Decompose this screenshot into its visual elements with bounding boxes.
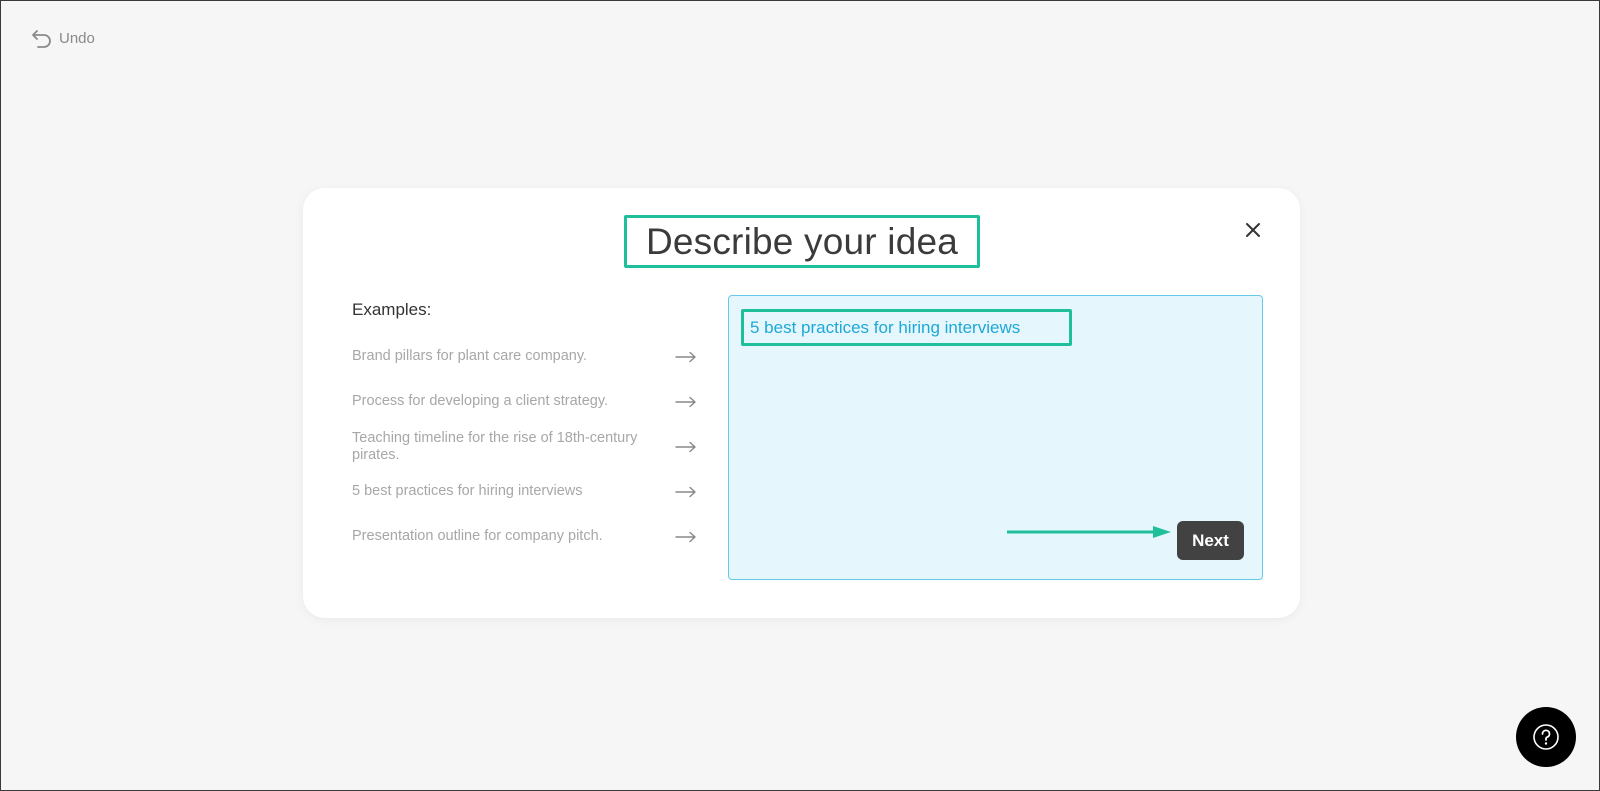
- example-label: Presentation outline for company pitch.: [352, 528, 603, 544]
- app-canvas: Undo Describe your idea Examples: Brand …: [0, 0, 1600, 791]
- example-item[interactable]: Process for developing a client strategy…: [352, 379, 697, 424]
- example-item[interactable]: 5 best practices for hiring interviews: [352, 469, 697, 514]
- undo-button[interactable]: Undo: [31, 27, 95, 49]
- input-highlight: 5 best practices for hiring interviews: [741, 309, 1072, 346]
- close-button[interactable]: [1244, 221, 1262, 239]
- describe-idea-modal: Describe your idea Examples: Brand pilla…: [303, 188, 1300, 618]
- idea-input-area[interactable]: 5 best practices for hiring interviews N…: [728, 295, 1263, 580]
- idea-input-value: 5 best practices for hiring interviews: [750, 317, 1021, 337]
- example-item[interactable]: Brand pillars for plant care company.: [352, 334, 697, 379]
- arrow-right-icon: [675, 531, 696, 542]
- arrow-right-icon: [675, 486, 696, 497]
- arrow-right-icon: [675, 351, 696, 362]
- modal-title: Describe your idea: [645, 220, 959, 262]
- examples-heading: Examples:: [352, 300, 432, 319]
- help-button[interactable]: [1516, 707, 1576, 767]
- undo-label: Undo: [59, 29, 95, 47]
- example-label: Process for developing a client strategy…: [352, 393, 609, 409]
- close-icon: [1246, 223, 1260, 237]
- help-question-icon: [1533, 724, 1559, 750]
- undo-arrow-icon: [31, 27, 53, 49]
- example-item[interactable]: Teaching timeline for the rise of 18th-c…: [352, 424, 697, 469]
- examples-list: Examples: Brand pillars for plant care c…: [352, 300, 697, 559]
- next-button[interactable]: Next: [1177, 521, 1244, 560]
- example-label: Teaching timeline for the rise of 18th-c…: [352, 429, 638, 463]
- example-label: 5 best practices for hiring interviews: [352, 483, 583, 499]
- pointer-arrow-icon: [1007, 526, 1171, 538]
- title-highlight: Describe your idea: [624, 215, 980, 268]
- example-label: Brand pillars for plant care company.: [352, 348, 588, 364]
- arrow-right-icon: [675, 396, 696, 407]
- example-item[interactable]: Presentation outline for company pitch.: [352, 514, 697, 559]
- arrow-right-icon: [675, 441, 696, 452]
